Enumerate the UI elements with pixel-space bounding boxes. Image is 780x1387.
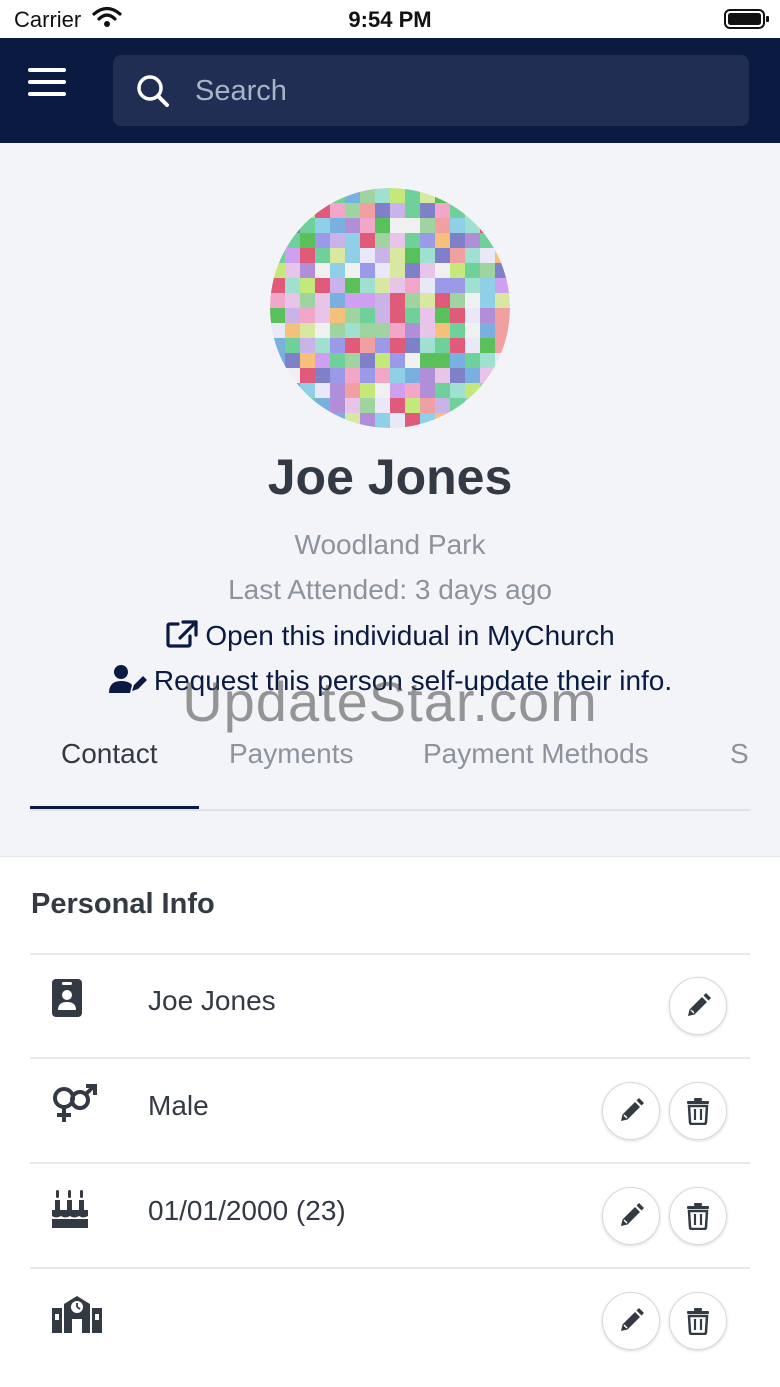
app-header: Search bbox=[0, 38, 780, 143]
trash-icon bbox=[687, 1098, 709, 1125]
divider bbox=[30, 1267, 750, 1269]
last-attended-label: Last Attended: 3 days ago bbox=[228, 574, 552, 605]
gender-value: Male bbox=[148, 1090, 209, 1121]
divider bbox=[30, 953, 750, 955]
profile-header: Joe Jones Woodland Park Last Attended: 3… bbox=[0, 143, 780, 857]
campus-label: Woodland Park bbox=[294, 529, 486, 560]
open-in-mychurch-label: Open this individual in MyChurch bbox=[205, 620, 615, 651]
external-link-icon bbox=[166, 620, 198, 648]
open-in-mychurch-link[interactable]: Open this individual in MyChurch bbox=[0, 619, 780, 652]
trash-icon bbox=[687, 1308, 709, 1335]
tab-payment-methods[interactable]: Payment Methods bbox=[423, 738, 649, 770]
status-bar: Carrier 9:54 PM bbox=[0, 0, 780, 38]
user-edit-icon bbox=[108, 665, 147, 693]
delete-gender-button[interactable] bbox=[669, 1082, 727, 1140]
divider bbox=[30, 1162, 750, 1164]
tab-contact[interactable]: Contact bbox=[61, 738, 158, 770]
tab-overflow[interactable]: S bbox=[730, 738, 749, 770]
gender-icon bbox=[50, 1084, 98, 1131]
id-badge-icon bbox=[50, 977, 84, 1024]
search-icon bbox=[135, 73, 171, 114]
status-time: 9:54 PM bbox=[348, 7, 432, 32]
pencil-icon bbox=[621, 1308, 644, 1331]
trash-icon bbox=[687, 1203, 709, 1230]
profile-tabs: Contact Payments Payment Methods S bbox=[30, 733, 750, 811]
name-value: Joe Jones bbox=[148, 985, 276, 1016]
delete-school-button[interactable] bbox=[669, 1292, 727, 1350]
school-icon bbox=[50, 1292, 104, 1339]
divider bbox=[30, 1057, 750, 1059]
edit-school-button[interactable] bbox=[602, 1292, 660, 1350]
edit-birthdate-button[interactable] bbox=[602, 1187, 660, 1245]
pencil-icon bbox=[688, 993, 711, 1016]
hamburger-menu-icon[interactable] bbox=[24, 68, 74, 114]
edit-gender-button[interactable] bbox=[602, 1082, 660, 1140]
delete-birthdate-button[interactable] bbox=[669, 1187, 727, 1245]
active-tab-indicator bbox=[30, 806, 199, 809]
birthdate-value: 01/01/2000 (23) bbox=[148, 1195, 346, 1226]
birthday-cake-icon bbox=[50, 1188, 90, 1235]
person-name: Joe Jones bbox=[267, 449, 513, 505]
request-self-update-label: Request this person self-update their in… bbox=[153, 665, 673, 696]
request-self-update-link[interactable]: Request this person self-update their in… bbox=[0, 664, 780, 697]
pencil-icon bbox=[621, 1203, 644, 1226]
avatar[interactable] bbox=[270, 188, 510, 428]
edit-name-button[interactable] bbox=[669, 977, 727, 1035]
battery-icon bbox=[724, 8, 770, 35]
tab-payments[interactable]: Payments bbox=[229, 738, 354, 770]
search-input[interactable]: Search bbox=[113, 55, 749, 126]
search-placeholder: Search bbox=[195, 75, 287, 107]
pencil-icon bbox=[621, 1098, 644, 1121]
section-title-personal-info: Personal Info bbox=[31, 888, 215, 920]
